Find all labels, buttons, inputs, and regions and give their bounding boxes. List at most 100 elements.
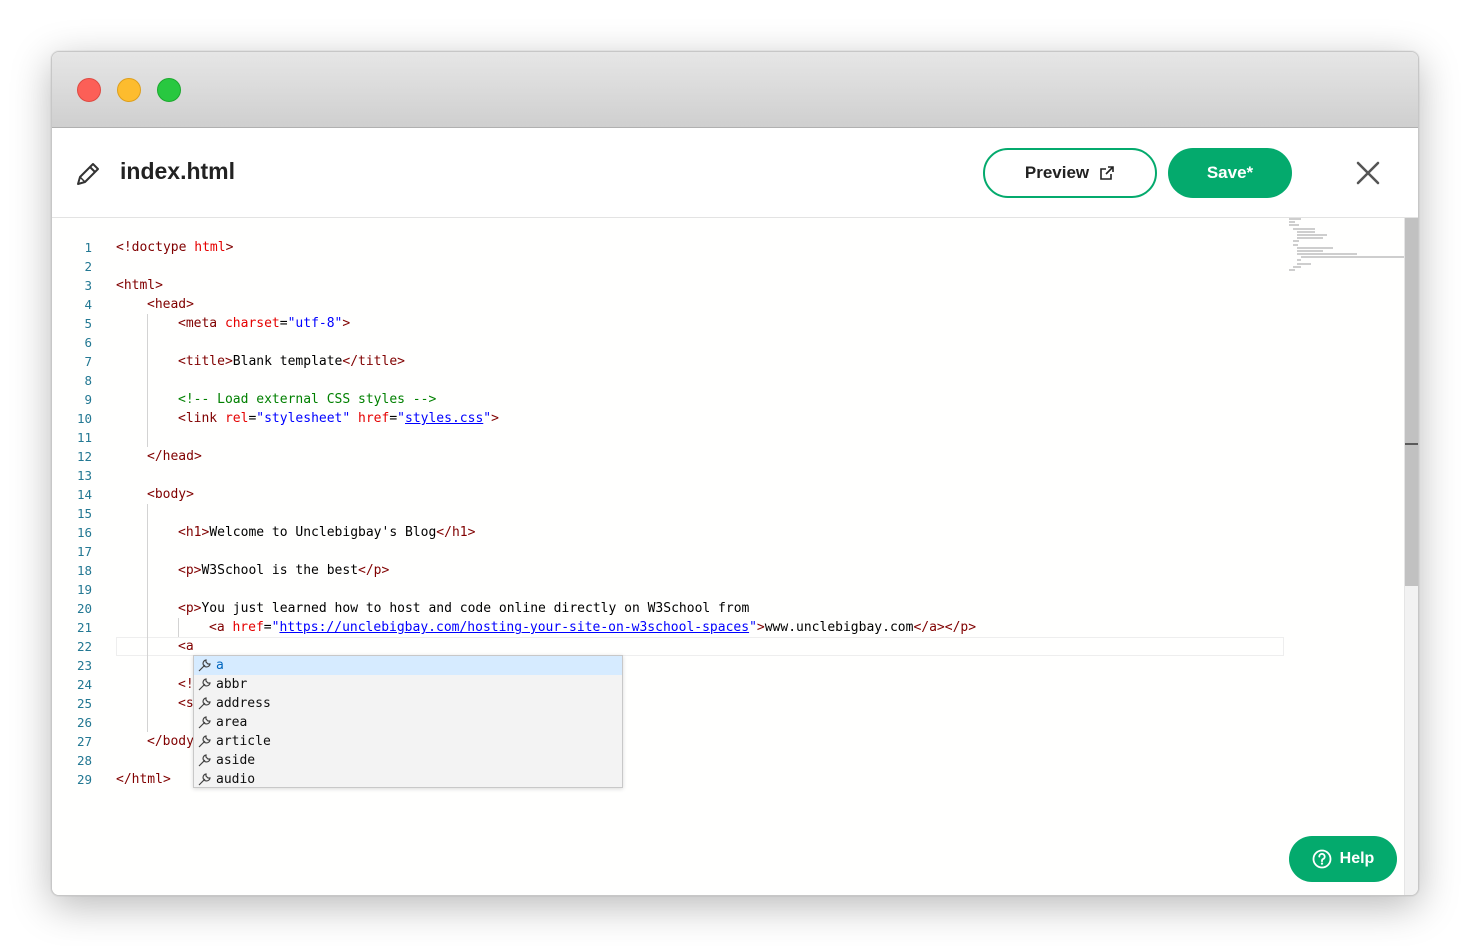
wrench-icon: [198, 734, 211, 747]
scrollbar-thumb[interactable]: [1405, 218, 1418, 586]
close-window-button[interactable]: [77, 78, 101, 102]
autocomplete-dropdown[interactable]: a abbr address area article aside audio: [193, 655, 623, 788]
suggestion-label: a: [216, 658, 224, 673]
suggestion-item[interactable]: a: [194, 656, 622, 675]
suggestion-label: area: [216, 715, 248, 730]
suggestion-item[interactable]: article: [194, 732, 622, 751]
code-token: Blank template: [232, 354, 343, 369]
code-line: [116, 580, 1284, 599]
question-circle-icon: [1312, 849, 1332, 869]
save-button[interactable]: Save*: [1168, 148, 1292, 198]
code-token: =: [389, 411, 398, 426]
code-line: <head>: [116, 295, 1284, 314]
wrench-icon: [198, 658, 211, 671]
wrench-icon: [198, 753, 211, 766]
line-number: 1: [84, 240, 92, 255]
suggestion-label: article: [216, 734, 271, 749]
wrench-icon: [198, 677, 211, 690]
suggestion-item[interactable]: area: [194, 713, 622, 732]
line-number: 24: [76, 677, 92, 692]
stylesheet-link[interactable]: styles.css: [405, 411, 483, 426]
preview-button[interactable]: Preview: [983, 148, 1157, 198]
code-token: You just learned how to host and code on…: [201, 601, 750, 616]
code-token: Welcome to Unclebigbay's Blog: [209, 525, 437, 540]
close-icon[interactable]: [1354, 159, 1382, 187]
code-line: <!doctype html>: [116, 238, 1284, 257]
code-token: </html>: [116, 772, 171, 787]
suggestion-item[interactable]: audio: [194, 770, 622, 789]
help-button-label: Help: [1339, 850, 1375, 867]
suggestion-label: aside: [216, 753, 256, 768]
line-number: 8: [84, 373, 92, 388]
code-token: >: [342, 316, 351, 331]
code-comment: <!-- Load external CSS styles -->: [178, 392, 437, 407]
code-token: href: [350, 411, 390, 426]
code-line: <h1>Welcome to Unclebigbay's Blog</h1>: [116, 523, 1284, 542]
code-line: [116, 371, 1284, 390]
code-token: <!: [178, 677, 194, 692]
line-number: 13: [76, 468, 92, 483]
code-line: <meta charset="utf-8">: [116, 314, 1284, 333]
code-token: <a: [178, 639, 194, 654]
code-token: rel: [224, 411, 249, 426]
code-token: href: [232, 620, 264, 635]
suggestion-item[interactable]: aside: [194, 751, 622, 770]
code-line-current[interactable]: <a: [116, 637, 1284, 656]
line-number: 12: [76, 449, 92, 464]
title-bar: [52, 52, 1418, 128]
line-number: 19: [76, 582, 92, 597]
line-number: 22: [76, 639, 92, 654]
line-number: 27: [76, 734, 92, 749]
code-line: [116, 542, 1284, 561]
code-token: </body: [147, 734, 194, 749]
code-line: <html>: [116, 276, 1284, 295]
line-number: 14: [76, 487, 92, 502]
suggestion-item[interactable]: address: [194, 694, 622, 713]
code-token: <head>: [147, 297, 194, 312]
line-number: 17: [76, 544, 92, 559]
code-token: >: [756, 620, 765, 635]
code-token: >: [491, 411, 499, 426]
line-number: 10: [76, 411, 92, 426]
minimize-window-button[interactable]: [117, 78, 141, 102]
line-number-gutter: 1 2 3 4 5 6 7 8 9 10 11 12 13 14 15 16 1…: [52, 238, 92, 789]
line-number: 9: [84, 392, 92, 407]
suggestion-label: audio: [216, 772, 256, 787]
wrench-icon: [198, 772, 211, 785]
line-number: 26: [76, 715, 92, 730]
code-token: <a: [209, 620, 233, 635]
save-button-label: Save*: [1206, 163, 1254, 182]
code-line: <p>You just learned how to host and code…: [116, 599, 1284, 618]
help-button[interactable]: Help: [1289, 836, 1397, 882]
code-token: <meta: [178, 316, 225, 331]
line-number: 20: [76, 601, 92, 616]
zoom-window-button[interactable]: [157, 78, 181, 102]
file-name: index.html: [120, 158, 236, 184]
code-token: <body>: [147, 487, 194, 502]
line-number: 2: [84, 259, 92, 274]
code-token: <title>: [178, 354, 233, 369]
code-line: [116, 504, 1284, 523]
code-token: =: [279, 316, 288, 331]
line-number: 29: [76, 772, 92, 787]
code-token: www.unclebigbay.com: [764, 620, 914, 635]
vertical-scrollbar[interactable]: [1404, 218, 1418, 895]
code-token: <p>: [178, 563, 202, 578]
code-token: <h1>: [178, 525, 210, 540]
code-token: W3School is the best: [201, 563, 359, 578]
code-token: <p>: [178, 601, 202, 616]
href-link[interactable]: https://unclebigbay.com/hosting-your-sit…: [279, 620, 749, 635]
code-token: </title>: [342, 354, 405, 369]
code-token: ": [749, 620, 757, 635]
editor-window: index.html Preview Save* 1 2 3 4 5 6 7 8: [51, 51, 1419, 896]
code-editor[interactable]: 1 2 3 4 5 6 7 8 9 10 11 12 13 14 15 16 1…: [52, 218, 1411, 895]
code-token: </p>: [358, 563, 390, 578]
code-line: <p>W3School is the best</p>: [116, 561, 1284, 580]
code-line: [116, 428, 1284, 447]
code-token: >: [225, 240, 234, 255]
code-token: "stylesheet": [256, 411, 351, 426]
minimap[interactable]: [1289, 218, 1411, 298]
scrollbar-cursor-marker: [1405, 443, 1418, 445]
suggestion-item[interactable]: abbr: [194, 675, 622, 694]
